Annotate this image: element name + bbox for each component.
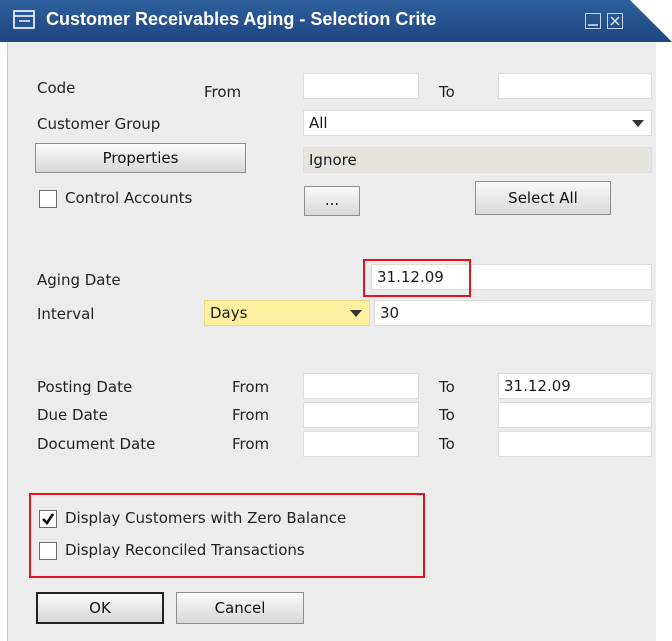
chevron-down-icon — [350, 310, 362, 317]
properties-button[interactable]: Properties — [35, 143, 246, 173]
chevron-down-icon — [632, 120, 644, 127]
document-date-to-label: To — [439, 435, 455, 453]
aging-date-highlight — [363, 259, 471, 297]
reconciled-checkbox[interactable] — [39, 542, 57, 560]
customer-group-label: Customer Group — [37, 115, 161, 133]
interval-unit-select[interactable]: Days — [204, 300, 370, 326]
aging-date-label: Aging Date — [37, 271, 121, 289]
close-button[interactable] — [607, 13, 623, 29]
close-icon — [610, 16, 620, 26]
minimize-icon — [588, 24, 598, 26]
form-icon — [13, 10, 35, 29]
code-from-input[interactable] — [303, 73, 419, 99]
due-date-from-input[interactable] — [303, 402, 419, 428]
document-date-from-label: From — [232, 435, 270, 453]
zero-balance-checkbox[interactable] — [39, 510, 57, 528]
due-date-from-label: From — [232, 406, 270, 424]
display-options-highlight — [29, 493, 425, 578]
document-date-label: Document Date — [37, 435, 156, 453]
cancel-button[interactable]: Cancel — [176, 592, 304, 624]
posting-date-from-label: From — [232, 378, 270, 396]
properties-value-field: Ignore — [303, 147, 652, 173]
browse-button[interactable]: ... — [304, 186, 360, 216]
posting-date-to-label: To — [439, 378, 455, 396]
dialog-window: Customer Receivables Aging - Selection C… — [0, 0, 672, 641]
due-date-label: Due Date — [37, 406, 108, 424]
title-corner — [630, 0, 672, 42]
checkmark-icon — [42, 513, 55, 526]
posting-date-to-input[interactable]: 31.12.09 — [498, 373, 652, 399]
due-date-to-input[interactable] — [498, 402, 652, 428]
document-date-from-input[interactable] — [303, 431, 419, 457]
document-date-to-input[interactable] — [498, 431, 652, 457]
ok-button[interactable]: OK — [36, 592, 164, 624]
minimize-button[interactable] — [585, 13, 601, 29]
code-to-input[interactable] — [498, 73, 652, 99]
title-bar[interactable]: Customer Receivables Aging - Selection C… — [0, 0, 672, 42]
window-title: Customer Receivables Aging - Selection C… — [46, 9, 437, 29]
code-label: Code — [37, 79, 76, 97]
posting-date-label: Posting Date — [37, 378, 133, 396]
interval-label: Interval — [37, 305, 95, 323]
code-to-label: To — [439, 83, 455, 101]
posting-date-from-input[interactable] — [303, 373, 419, 399]
selection-criteria-form: Code From To Customer Group All Properti… — [7, 42, 656, 641]
reconciled-label: Display Reconciled Transactions — [65, 541, 305, 559]
customer-group-select[interactable]: All — [303, 110, 652, 136]
select-all-button[interactable]: Select All — [475, 181, 611, 215]
interval-value-input[interactable]: 30 — [374, 300, 652, 326]
due-date-to-label: To — [439, 406, 455, 424]
control-accounts-checkbox[interactable] — [39, 190, 57, 208]
control-accounts-label: Control Accounts — [65, 189, 193, 207]
code-from-label: From — [204, 83, 242, 101]
zero-balance-label: Display Customers with Zero Balance — [65, 509, 347, 527]
